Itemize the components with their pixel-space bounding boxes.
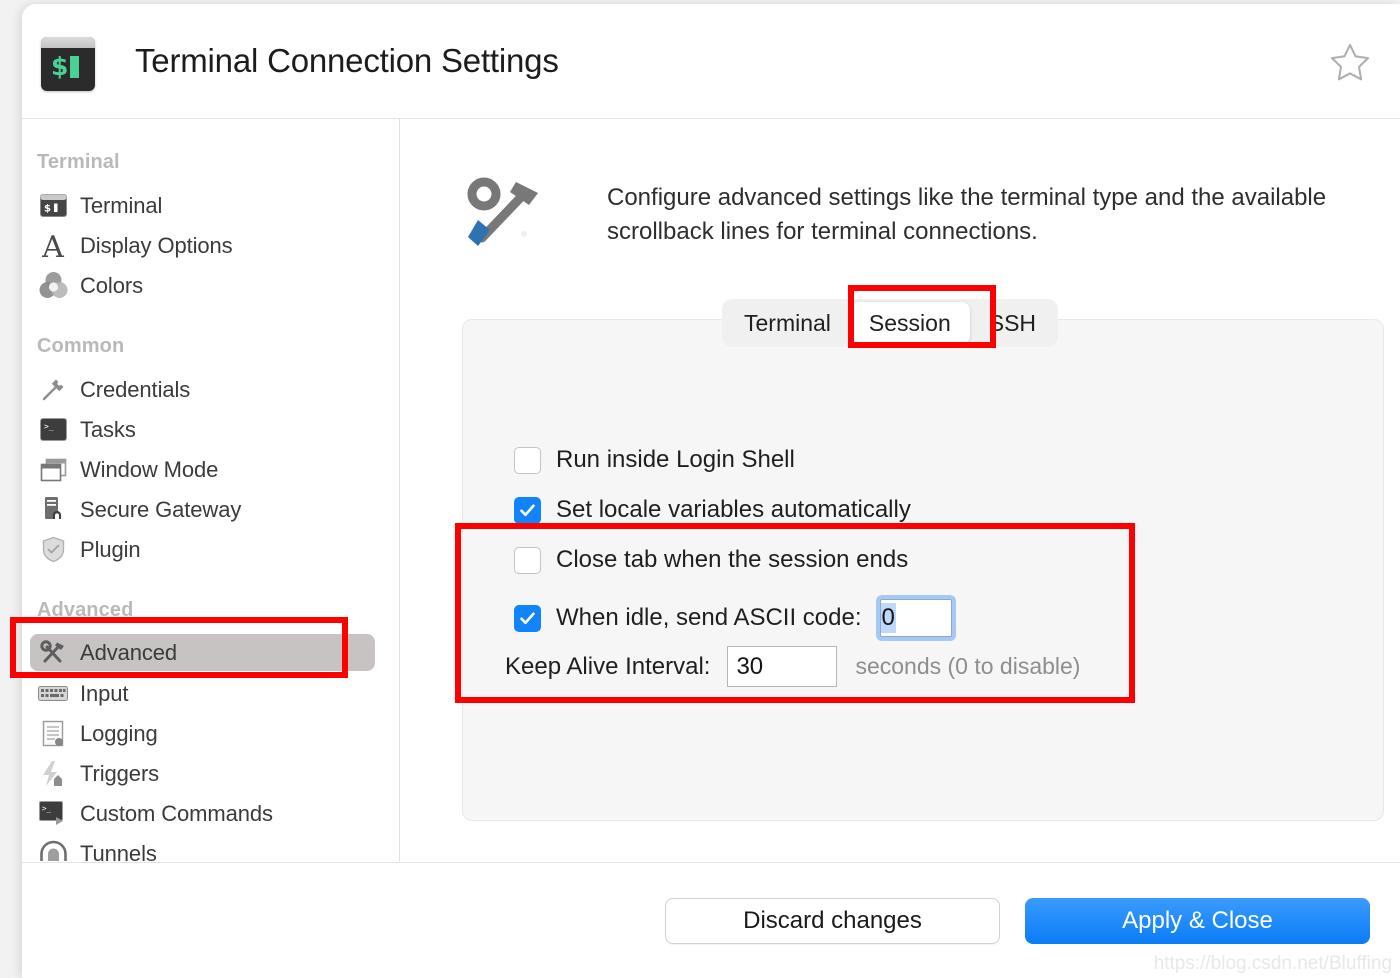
close-tab-label: Close tab when the session ends [556,546,909,573]
keep-alive-label: Keep Alive Interval: [505,652,711,680]
sidebar-item-label: Tunnels [80,840,157,862]
sidebar-item-label: Window Mode [80,456,219,482]
svg-text:>_: >_ [44,422,54,431]
sidebar-item-custom-commands[interactable]: >_ Custom Commands [30,795,375,832]
sidebar-group-title-common: Common [37,335,125,357]
windows-stack-icon [37,455,69,485]
checkmark-icon [520,612,535,624]
sidebar-item-label: Secure Gateway [80,496,242,522]
discard-changes-button[interactable]: Discard changes [665,898,1000,944]
sidebar-item-label: Advanced [80,639,178,665]
settings-sidebar[interactable]: Terminal $ Terminal A Display Options Co… [22,119,400,861]
sidebar-item-logging[interactable]: Logging [30,715,375,752]
sidebar-item-label: Input [80,680,129,706]
idle-ascii-value: 0 [880,603,896,633]
setting-close-tab[interactable]: Close tab when the session ends [514,546,908,574]
color-circles-icon [37,271,69,301]
terminal-prompt-icon: $ [41,37,95,91]
sidebar-item-label: Display Options [80,232,233,258]
tab-session[interactable]: Session [849,302,970,344]
terminal-play-icon: >_ [37,799,69,829]
sidebar-item-label: Tasks [80,416,136,442]
sidebar-item-window-mode[interactable]: Window Mode [30,451,375,488]
sidebar-item-label: Custom Commands [80,800,273,826]
keyboard-icon [37,679,69,709]
keep-alive-input[interactable]: 30 [727,646,838,687]
terminal-icon-titlebar-strip [41,37,95,48]
set-locale-checkbox[interactable] [514,496,541,524]
tab-terminal[interactable]: Terminal [725,302,850,344]
sidebar-item-plugin[interactable]: Plugin [30,531,375,568]
idle-ascii-label: When idle, send ASCII code: [556,604,862,631]
setting-run-login-shell[interactable]: Run inside Login Shell [514,446,795,474]
sidebar-group-title-terminal: Terminal [37,151,120,173]
tunnel-arch-icon [37,839,69,861]
tab-ssh[interactable]: SSH [970,302,1055,344]
sidebar-item-credentials[interactable]: Credentials [30,371,375,408]
sidebar-item-triggers[interactable]: Triggers [30,755,375,792]
wrench-hammer-icon [460,172,550,252]
setting-keep-alive[interactable]: Keep Alive Interval: 30 seconds (0 to di… [505,646,1080,687]
svg-text:A: A [41,231,64,261]
terminal-tasks-icon: >_ [37,415,69,445]
wrench-hammer-icon [37,638,69,668]
terminal-icon-dollar-glyph: $ [51,52,69,81]
checkmark-icon [520,504,535,516]
sidebar-item-label: Plugin [80,536,141,562]
sidebar-item-label: Triggers [80,760,160,786]
setting-idle-ascii[interactable]: When idle, send ASCII code: 0 [514,595,956,641]
key-icon [37,375,69,405]
apply-close-button[interactable]: Apply & Close [1025,898,1370,944]
settings-tabs[interactable]: Terminal Session SSH [722,299,1059,347]
svg-text:>_: >_ [42,804,52,813]
server-lock-icon [37,495,69,525]
lightning-bolt-icon [37,759,69,789]
star-outline-icon[interactable] [1324,37,1376,89]
sidebar-item-label: Credentials [80,376,191,402]
sidebar-item-colors[interactable]: Colors [30,267,375,304]
sidebar-item-label: Logging [80,720,158,746]
idle-ascii-focus-ring: 0 [875,595,956,641]
terminal-icon-cursor-glyph [70,56,79,78]
sidebar-item-tasks[interactable]: >_ Tasks [30,411,375,448]
sidebar-item-input[interactable]: Input [30,675,375,712]
run-login-shell-checkbox[interactable] [514,446,541,474]
sidebar-item-label: Terminal [80,192,163,218]
font-letter-a-icon: A [37,231,69,261]
sidebar-item-tunnels[interactable]: Tunnels [30,835,375,861]
sidebar-item-terminal[interactable]: $ Terminal [30,187,375,224]
set-locale-label: Set locale variables automatically [556,496,911,523]
sidebar-item-advanced[interactable]: Advanced [30,634,375,671]
main-content: Configure advanced settings like the ter… [400,119,1400,861]
settings-window: $ Terminal Connection Settings Terminal [22,4,1400,978]
sidebar-item-display-options[interactable]: A Display Options [30,227,375,264]
terminal-icon: $ [37,191,69,221]
sidebar-item-secure-gateway[interactable]: Secure Gateway [30,491,375,528]
window-titlebar: $ Terminal Connection Settings [22,4,1400,119]
dialog-footer: Discard changes Apply & Close https://bl… [22,862,1400,978]
close-tab-checkbox[interactable] [514,546,541,574]
screenshot-root: $ Terminal Connection Settings Terminal [0,0,1400,978]
plugin-shield-icon [37,535,69,565]
sidebar-group-title-advanced: Advanced [37,599,134,621]
idle-ascii-input[interactable]: 0 [879,599,952,637]
keep-alive-hint: seconds (0 to disable) [855,653,1081,679]
watermark-text: https://blog.csdn.net/Bluffing [1153,953,1392,974]
log-document-icon [37,719,69,749]
run-login-shell-label: Run inside Login Shell [556,446,795,473]
page-title: Terminal Connection Settings [135,42,559,79]
idle-ascii-checkbox[interactable] [514,604,541,632]
session-settings-panel: Run inside Login Shell Set locale variab… [462,319,1384,821]
svg-text:$: $ [44,204,51,215]
sidebar-item-label: Colors [80,272,143,298]
setting-set-locale[interactable]: Set locale variables automatically [514,496,911,524]
page-description: Configure advanced settings like the ter… [607,184,1327,245]
